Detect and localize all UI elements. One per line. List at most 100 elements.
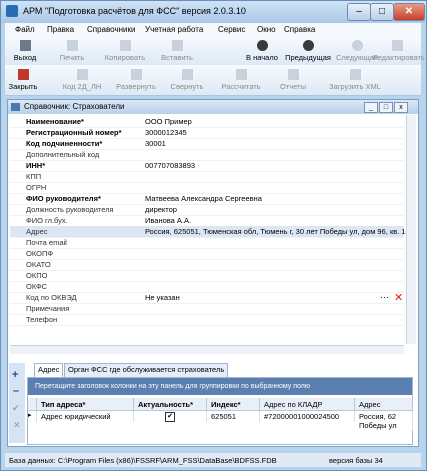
form-row-label: ФИО руководителя* — [26, 194, 101, 203]
exit-button[interactable]: Выход — [9, 40, 41, 62]
paste-button[interactable]: Вставить — [155, 40, 199, 62]
print-button[interactable]: Печать — [55, 40, 89, 62]
table-row-kladr[interactable]: #72000001000024500 — [260, 411, 355, 422]
first-icon — [256, 40, 268, 51]
grid-nav-bar: + – ✔ ✕ — [9, 363, 25, 443]
group-by-hint: Перетащите заголовок колонки на эту пане… — [28, 378, 412, 395]
close-button[interactable]: ✕ — [393, 3, 425, 21]
address-grid: Перетащите заголовок колонки на эту пане… — [27, 377, 413, 445]
column-address-type[interactable]: Тип адреса* — [37, 398, 134, 411]
panel-maximize-button[interactable]: □ — [379, 102, 393, 113]
column-kladr-address[interactable]: Адрес по КЛАДР — [260, 398, 355, 411]
form-hscrollbar[interactable] — [10, 345, 404, 354]
menu-help[interactable]: Справка — [284, 25, 315, 34]
cell-kladr: #72000001000024500 — [264, 412, 340, 421]
form-row-label: Дополнительный код — [26, 150, 100, 159]
table-row-actual[interactable]: ✔ — [134, 411, 207, 422]
form-row-label: ИНН* — [26, 161, 46, 170]
tab-fss-organ[interactable]: Орган ФСС где обслуживается страхователь — [64, 363, 229, 377]
calculate-button[interactable]: Рассчитать — [217, 69, 265, 91]
form-row-label: ОКАТО — [26, 260, 51, 269]
remove-row-icon[interactable]: – — [13, 385, 19, 397]
form-row-label: Адрес — [26, 227, 48, 236]
panel-header: Справочник: Страхователи _ □ x — [8, 100, 418, 114]
panel-minimize-button[interactable]: _ — [364, 102, 378, 113]
menu-accounting[interactable]: Учетная работа — [145, 25, 203, 34]
previous-button[interactable]: Предыдущая — [285, 40, 331, 62]
code-2d-label: Код 2Д_ЛН — [62, 82, 102, 91]
form-row-value[interactable]: Иванова А.А. — [145, 216, 191, 225]
group-hint-text: Перетащите заголовок колонки на эту пане… — [35, 383, 311, 390]
actual-checkbox[interactable]: ✔ — [165, 412, 175, 422]
add-row-icon[interactable]: + — [12, 369, 18, 381]
form-row-value[interactable]: 3000012345 — [145, 128, 187, 137]
menu-bar: Файл Правка Справочники Учетная работа С… — [5, 23, 421, 37]
collapse-button[interactable]: Свернуть — [165, 69, 209, 91]
column-address[interactable]: Адрес — [355, 398, 413, 411]
form-row-label: ОКОПФ — [26, 249, 54, 258]
exit-label: Выход — [13, 53, 37, 62]
copy-button[interactable]: Копировать — [101, 40, 149, 62]
paste-icon — [171, 40, 183, 51]
xml-icon — [349, 69, 361, 80]
col-actuality-label: Актуальность* — [138, 400, 194, 409]
cell-index: 625051 — [211, 412, 237, 421]
form-row-label: ОКФС — [26, 282, 48, 291]
reports-button[interactable]: Отчеты — [273, 69, 313, 91]
form-row-value[interactable]: Не указан — [145, 293, 180, 302]
form-scrollbar[interactable] — [406, 115, 416, 344]
col-address-type-label: Тип адреса* — [41, 400, 86, 409]
reports-label: Отчеты — [280, 82, 306, 91]
copy-icon — [119, 40, 131, 51]
tab-address[interactable]: Адрес — [34, 363, 64, 377]
code-2d-button[interactable]: Код 2Д_ЛН — [59, 69, 105, 91]
load-xml-label: Загрузить XML — [329, 82, 381, 91]
print-label: Печать — [59, 53, 85, 62]
expand-button[interactable]: Развернуть — [113, 69, 159, 91]
menu-edit[interactable]: Правка — [47, 25, 74, 34]
minimize-button[interactable]: – — [347, 3, 371, 21]
menu-file[interactable]: Файл — [15, 25, 35, 34]
cell-address: Россия, 62 Победы ул — [359, 412, 397, 430]
form-row-label: ОКПО — [26, 271, 48, 280]
first-button[interactable]: В начало — [245, 40, 279, 62]
print-icon — [66, 40, 78, 51]
menu-service[interactable]: Сервис — [218, 25, 245, 34]
expand-icon — [130, 69, 142, 80]
collapse-icon — [181, 69, 193, 80]
menu-references[interactable]: Справочники — [87, 25, 135, 34]
form-row-value[interactable]: ООО Пример — [145, 117, 192, 126]
cancel-row-icon[interactable]: ✕ — [13, 420, 21, 431]
status-database-path: База данных: C:\Program Files (x86)\FSSR… — [9, 456, 277, 465]
column-actuality[interactable]: Актуальность* — [134, 398, 207, 411]
panel-close-button[interactable]: x — [394, 102, 408, 113]
table-row-address[interactable]: Россия, 62 Победы ул — [355, 411, 413, 431]
form-row-value[interactable]: директор — [145, 205, 177, 214]
first-label: В начало — [246, 53, 278, 62]
close-form-button[interactable]: Закрыть — [7, 69, 39, 91]
close-form-label: Закрыть — [8, 82, 38, 91]
form-row[interactable]: Телефон — [10, 314, 404, 326]
form-row-label: Код подчиненности* — [26, 139, 103, 148]
toolbar-secondary: Закрыть Код 2Д_ЛН Развернуть Свернуть Ра… — [5, 65, 421, 96]
col-address-label: Адрес — [359, 400, 381, 409]
edit-button[interactable]: Редактировать — [373, 40, 425, 62]
table-row-index[interactable]: 625051 — [207, 411, 260, 422]
maximize-button[interactable]: □ — [370, 3, 394, 21]
reports-icon — [287, 69, 299, 80]
column-index[interactable]: Индекс* — [207, 398, 260, 411]
panel-icon — [11, 103, 20, 111]
form-row-label: Регистрационный номер* — [26, 128, 122, 137]
form-row-value[interactable]: Россия, 625051, Тюменская обл, Тюмень г,… — [145, 227, 406, 236]
previous-label: Предыдущая — [285, 53, 331, 62]
load-xml-button[interactable]: Загрузить XML — [325, 69, 385, 91]
menu-window[interactable]: Окно — [257, 25, 276, 34]
panel-title: Справочник: Страхователи — [24, 102, 125, 111]
form-row-value[interactable]: Матвеева Александра Сергеевна — [145, 194, 262, 203]
okved-browse-icon[interactable]: ··· — [380, 292, 389, 302]
table-row-type[interactable]: Адрес юридический — [37, 411, 134, 422]
confirm-row-icon[interactable]: ✔ — [12, 403, 20, 414]
form-row-value[interactable]: 30001 — [145, 139, 166, 148]
copy-label: Копировать — [104, 53, 146, 62]
form-row-value[interactable]: 007707083893 — [145, 161, 195, 170]
